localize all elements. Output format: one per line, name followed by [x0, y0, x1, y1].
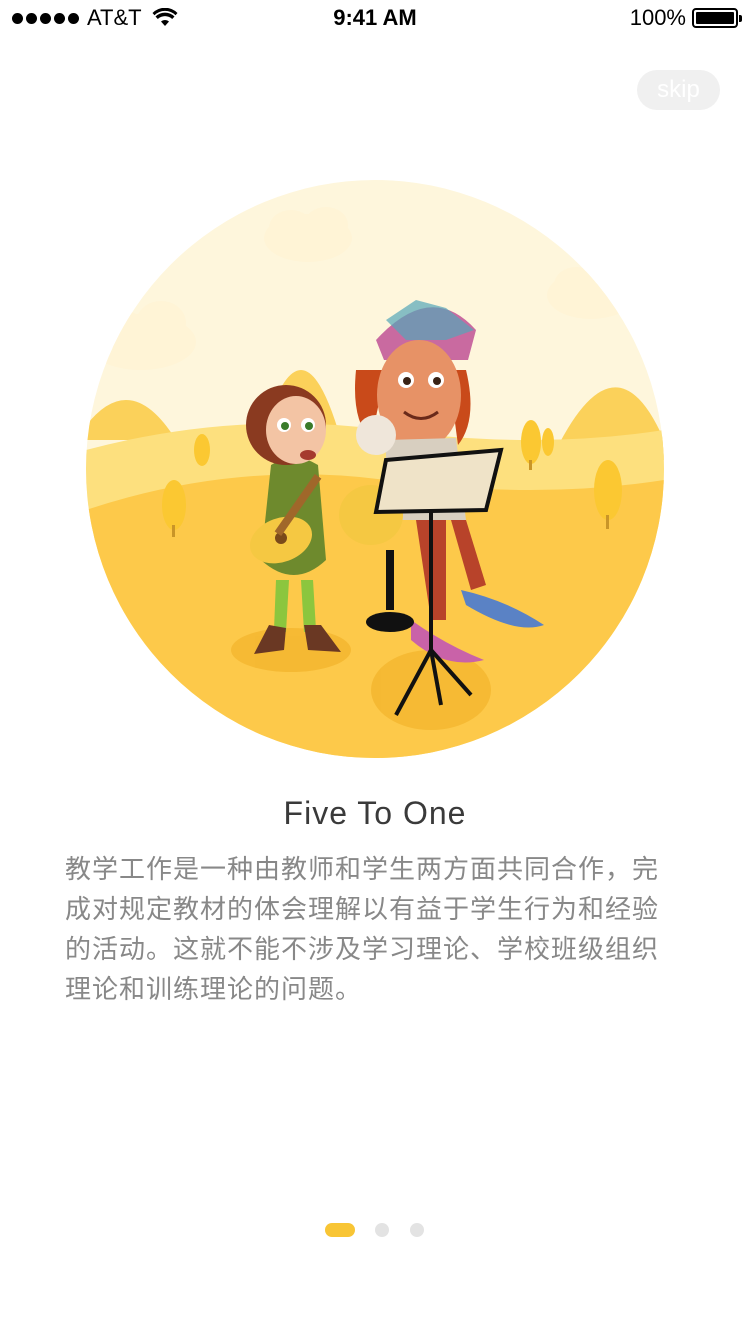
onboarding-illustration — [86, 180, 664, 758]
page-dot[interactable] — [375, 1223, 389, 1237]
page-dot[interactable] — [410, 1223, 424, 1237]
status-right: 100% — [629, 5, 742, 31]
onboarding-description: 教学工作是一种由教师和学生两方面共同合作，完成对规定教材的体会理解以有益于学生行… — [65, 855, 660, 1005]
battery-icon — [692, 8, 742, 28]
onboarding-title: Five To One — [283, 795, 467, 831]
battery-percentage: 100% — [629, 5, 686, 30]
page-dot-active[interactable] — [325, 1223, 355, 1237]
status-bar: AT&T 9:41 AM 100% — [0, 0, 750, 40]
page-indicator — [0, 1222, 750, 1238]
skip-button[interactable]: skip — [637, 70, 720, 110]
